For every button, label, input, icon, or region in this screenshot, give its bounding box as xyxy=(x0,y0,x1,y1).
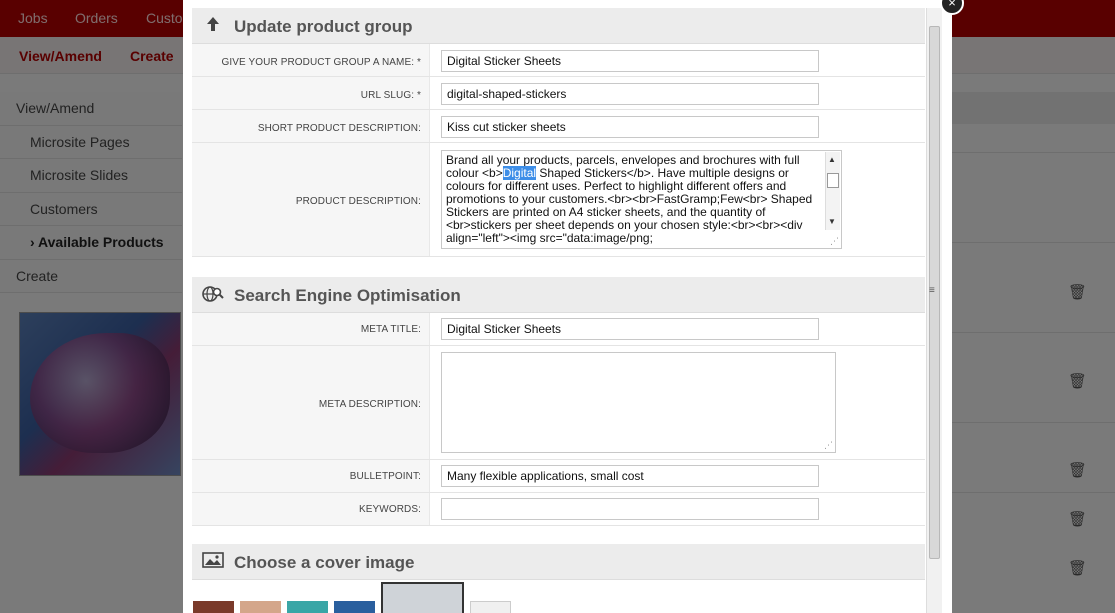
cover-image-option[interactable] xyxy=(334,601,375,613)
grip-icon: ≡ xyxy=(929,285,935,296)
form-row-keywords: KEYWORDS: xyxy=(192,493,925,526)
bulletpoint-label: BULLETPOINT: xyxy=(349,471,421,482)
arrow-up-icon xyxy=(202,16,224,36)
product-description-textarea[interactable]: Brand all your products, parcels, envelo… xyxy=(441,150,842,249)
cover-image-option-selected[interactable] xyxy=(381,582,464,613)
form-row-name: GIVE YOUR PRODUCT GROUP A NAME: * Digita… xyxy=(192,44,925,77)
textarea-scroll-thumb[interactable] xyxy=(827,173,839,188)
form-row-slug: URL SLUG: * digital-shaped-stickers xyxy=(192,77,925,110)
update-product-group-modal: Update product group GIVE YOUR PRODUCT G… xyxy=(183,0,952,613)
slug-label: URL SLUG: * xyxy=(360,90,421,101)
url-slug-input[interactable]: digital-shaped-stickers xyxy=(441,83,819,105)
short-description-input[interactable]: Kiss cut sticker sheets xyxy=(441,116,819,138)
form-row-bulletpoint: BULLETPOINT: Many flexible applications,… xyxy=(192,460,925,493)
label-cell: PRODUCT DESCRIPTION: xyxy=(192,143,430,256)
section-title-seo: Search Engine Optimisation xyxy=(234,286,461,305)
meta-description-text xyxy=(446,356,823,450)
cover-image-option[interactable] xyxy=(240,601,281,613)
description-text: Brand all your products, parcels, envelo… xyxy=(446,154,823,248)
product-group-name-input[interactable]: Digital Sticker Sheets xyxy=(441,50,819,72)
form-row-description: PRODUCT DESCRIPTION: Brand all your prod… xyxy=(192,143,925,257)
label-cell: KEYWORDS: xyxy=(192,493,430,525)
keywords-input[interactable] xyxy=(441,498,819,520)
globe-search-icon xyxy=(202,285,224,305)
label-cell: META DESCRIPTION: xyxy=(192,346,430,459)
modal-scrollbar[interactable]: ≡ xyxy=(926,8,942,613)
scroll-down-icon[interactable]: ▼ xyxy=(828,217,836,226)
meta-title-input[interactable]: Digital Sticker Sheets xyxy=(441,318,819,340)
label-cell: GIVE YOUR PRODUCT GROUP A NAME: * xyxy=(192,44,430,76)
resize-handle-icon[interactable]: ⋰ xyxy=(824,440,833,451)
meta-description-label: META DESCRIPTION: xyxy=(318,399,421,410)
section-header-seo: Search Engine Optimisation xyxy=(192,277,925,313)
cover-image-option[interactable] xyxy=(470,601,511,613)
section-header-update: Update product group xyxy=(192,8,925,44)
description-label: PRODUCT DESCRIPTION: xyxy=(295,196,421,207)
label-cell: URL SLUG: * xyxy=(192,77,430,109)
short-desc-label: SHORT PRODUCT DESCRIPTION: xyxy=(257,123,421,134)
bulletpoint-input[interactable]: Many flexible applications, small cost xyxy=(441,465,819,487)
form-row-short-desc: SHORT PRODUCT DESCRIPTION: Kiss cut stic… xyxy=(192,110,925,143)
resize-handle-icon[interactable]: ⋰ xyxy=(830,236,839,247)
section-title-cover: Choose a cover image xyxy=(234,553,415,572)
cover-image-picker xyxy=(192,580,925,613)
textarea-scrollbar[interactable]: ▲ ▼ xyxy=(825,152,840,230)
label-cell: SHORT PRODUCT DESCRIPTION: xyxy=(192,110,430,142)
form-row-meta-title: META TITLE: Digital Sticker Sheets xyxy=(192,313,925,346)
description-selected-text: Digital xyxy=(502,166,537,180)
image-icon xyxy=(202,552,224,572)
form-row-meta-description: META DESCRIPTION: ⋰ xyxy=(192,346,925,460)
keywords-label: KEYWORDS: xyxy=(358,504,421,515)
meta-description-textarea[interactable]: ⋰ xyxy=(441,352,836,453)
cover-image-option[interactable] xyxy=(193,601,234,613)
label-cell: META TITLE: xyxy=(192,313,430,345)
section-title-update: Update product group xyxy=(234,17,413,36)
section-header-cover: Choose a cover image xyxy=(192,544,925,580)
label-cell: BULLETPOINT: xyxy=(192,460,430,492)
cover-image-option[interactable] xyxy=(287,601,328,613)
name-label: GIVE YOUR PRODUCT GROUP A NAME: * xyxy=(221,57,421,68)
meta-title-label: META TITLE: xyxy=(360,324,421,335)
scroll-up-icon[interactable]: ▲ xyxy=(828,155,836,164)
